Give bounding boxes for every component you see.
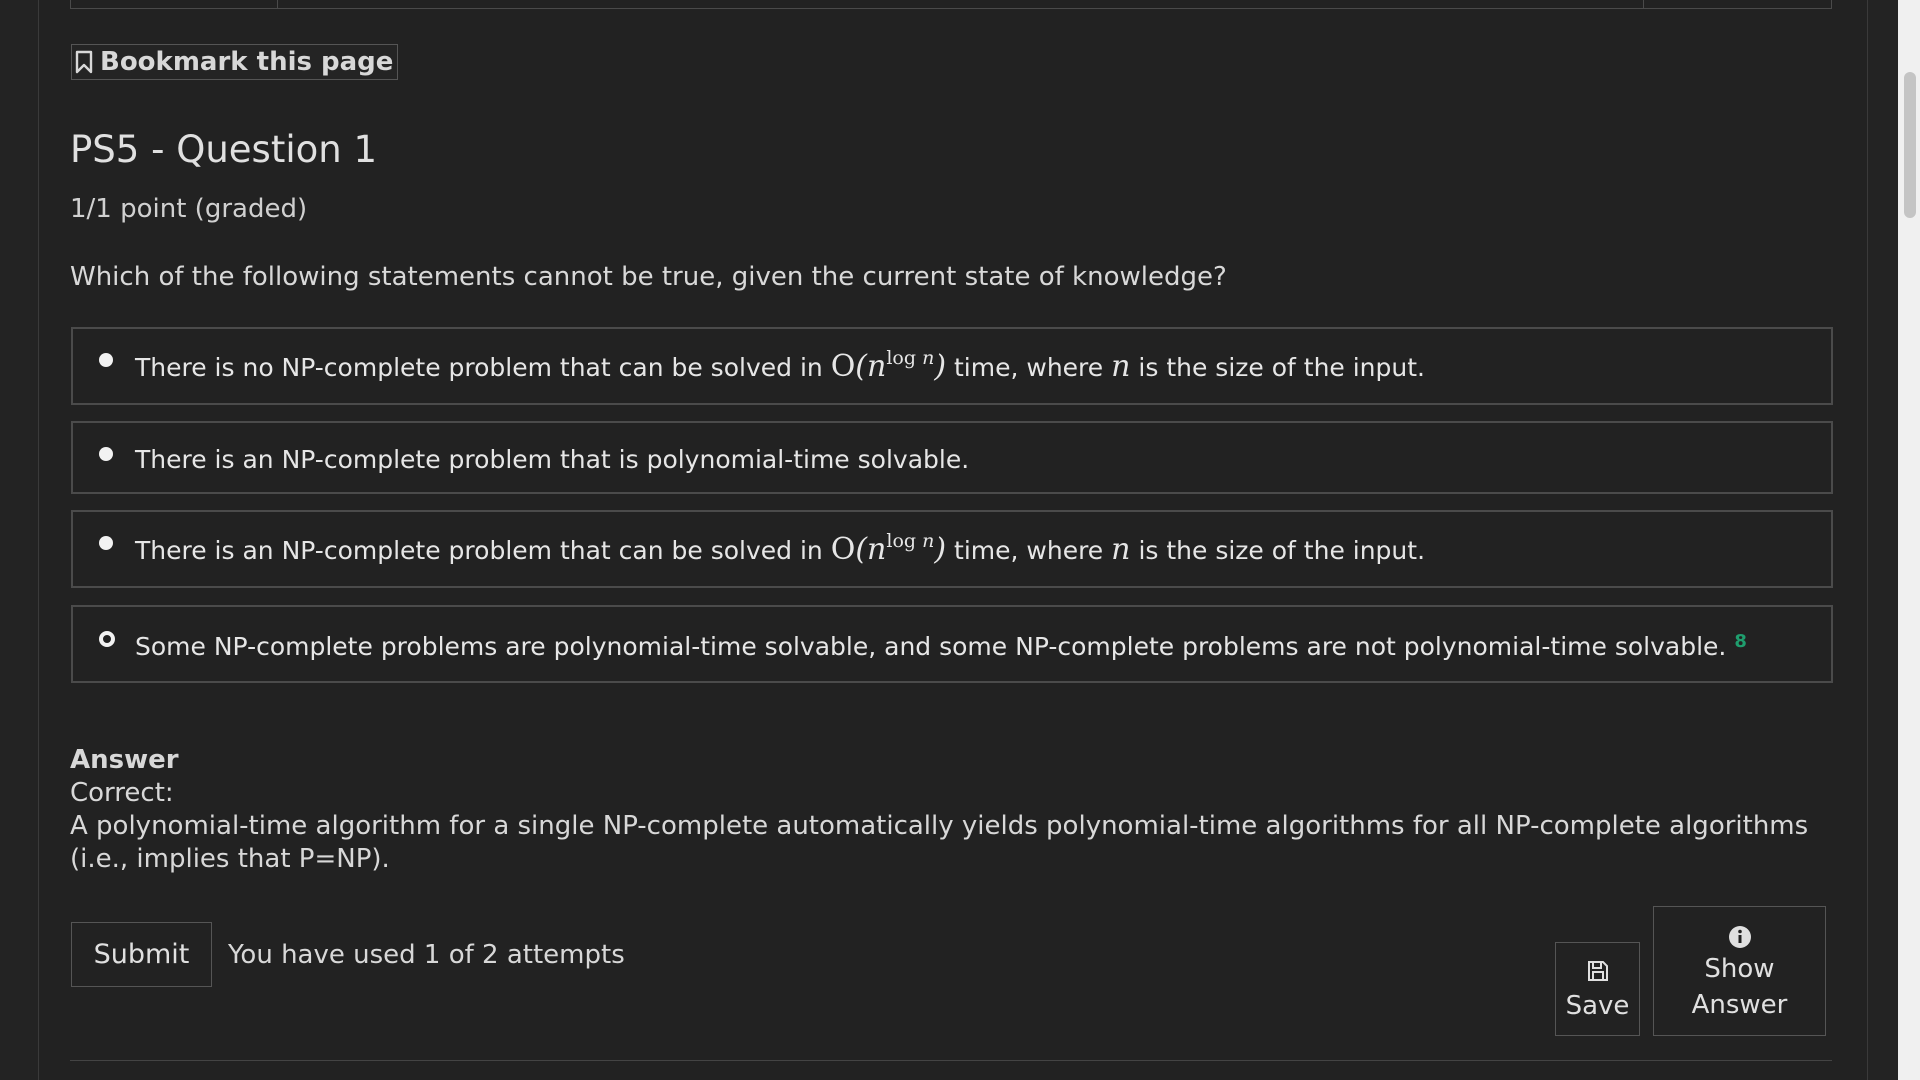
radio-button-2[interactable] bbox=[99, 447, 113, 461]
floppy-disk-icon bbox=[1587, 961, 1608, 981]
choice-option-3[interactable]: There is an NP-complete problem that can… bbox=[71, 510, 1833, 588]
problem-title: PS5 - Question 1 bbox=[70, 128, 378, 171]
problem-points: 1/1 point (graded) bbox=[70, 194, 308, 224]
choice-option-2[interactable]: There is an NP-complete problem that is … bbox=[71, 421, 1833, 494]
top-strip-divider bbox=[1643, 0, 1644, 8]
top-navigation-strip bbox=[70, 0, 1832, 9]
page-background: Bookmark this page PS5 - Question 1 1/1 … bbox=[0, 0, 1920, 1080]
info-circle-icon bbox=[1728, 926, 1751, 948]
choice-option-1[interactable]: There is no NP-complete problem that can… bbox=[71, 327, 1833, 405]
answer-explanation: A polynomial-time algorithm for a single… bbox=[70, 811, 1809, 874]
choice-label-1: There is no NP-complete problem that can… bbox=[135, 347, 1425, 384]
radio-button-4-selected[interactable] bbox=[99, 631, 115, 647]
bookmark-button[interactable]: Bookmark this page bbox=[71, 44, 399, 80]
answer-status: Correct: bbox=[70, 778, 174, 808]
save-button[interactable]: Save bbox=[1555, 942, 1640, 1036]
answer-section: Answer Correct: A polynomial-time algori… bbox=[70, 744, 1830, 876]
correct-indicator-icon: 8 bbox=[1734, 631, 1747, 652]
choice-label-2: There is an NP-complete problem that is … bbox=[135, 445, 970, 474]
show-answer-label-line1: Show bbox=[1704, 954, 1775, 984]
show-answer-button[interactable]: Show Answer bbox=[1653, 906, 1826, 1036]
submit-button[interactable]: Submit bbox=[71, 922, 212, 987]
show-answer-label-line2: Answer bbox=[1691, 990, 1788, 1020]
bookmark-label: Bookmark this page bbox=[100, 47, 394, 77]
scrollbar-thumb[interactable] bbox=[1904, 72, 1916, 218]
choice-label-4: Some NP-complete problems are polynomial… bbox=[135, 631, 1747, 661]
radio-button-1[interactable] bbox=[99, 353, 113, 367]
radio-button-3[interactable] bbox=[99, 536, 113, 550]
choice-option-4[interactable]: Some NP-complete problems are polynomial… bbox=[71, 605, 1833, 683]
choice-label-3: There is an NP-complete problem that can… bbox=[135, 530, 1426, 567]
bookmark-icon bbox=[75, 50, 93, 74]
top-strip-divider bbox=[277, 0, 278, 8]
save-label: Save bbox=[1565, 991, 1630, 1021]
problem-question: Which of the following statements cannot… bbox=[70, 262, 1227, 292]
answer-heading: Answer bbox=[70, 745, 179, 775]
section-divider bbox=[70, 1060, 1832, 1061]
attempts-counter: You have used 1 of 2 attempts bbox=[228, 940, 625, 970]
